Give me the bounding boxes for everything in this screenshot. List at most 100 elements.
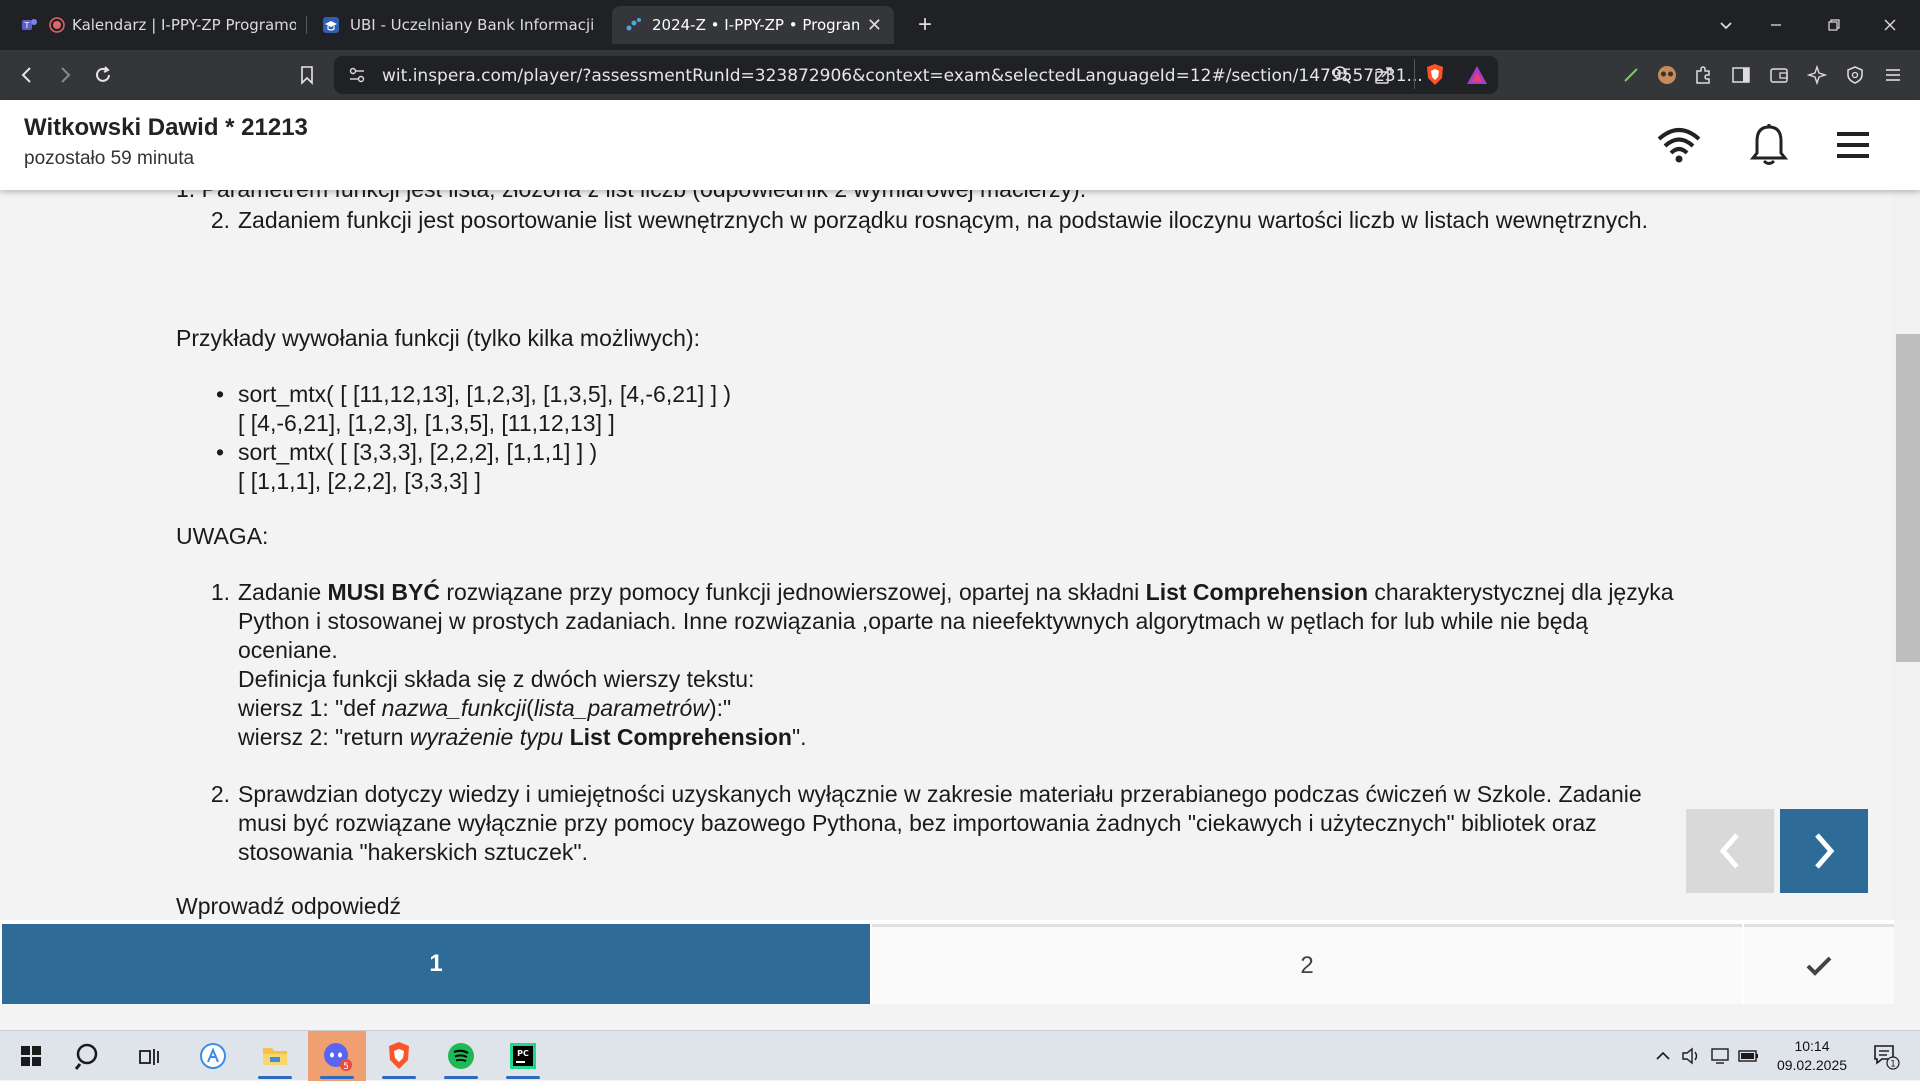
answer-heading: Wprowadź odpowiedź [176, 893, 402, 919]
list-number: 2. [210, 781, 230, 807]
brave-rewards-icon[interactable] [1466, 64, 1488, 91]
examples-heading: Przykłady wywołania funkcji (tylko kilka… [176, 325, 701, 351]
clock-time: 10:14 [1794, 1038, 1830, 1054]
browser-menu-icon[interactable] [1882, 64, 1904, 86]
task-item-2: 2. Zadaniem funkcji jest posortowanie li… [176, 206, 1696, 235]
record-icon [48, 16, 66, 34]
svg-text:T: T [24, 21, 30, 30]
notification-center-icon[interactable]: 1 [1866, 1031, 1906, 1081]
definition-line: Definicja funkcji składa się z dwóch wie… [238, 666, 755, 692]
emphasis-list-comprehension: List Comprehension [1145, 579, 1368, 605]
windows-taskbar: 5 PC 10:14 09.02.2025 1 [0, 1030, 1920, 1081]
time-remaining: pozostało 59 minuta [24, 148, 195, 169]
definition-row-2: wiersz 2: "return wyrażenie typu List Co… [238, 724, 807, 750]
app-store-icon[interactable] [184, 1031, 242, 1081]
back-icon[interactable] [12, 60, 42, 90]
tab-title: Kalendarz | I-PPY-ZP Programow [72, 16, 296, 34]
question-content: 1. Parametrem funkcji jest lista, złożon… [0, 190, 1894, 920]
question-navigator: 1 2 [0, 920, 1894, 1004]
examples-list: • sort_mtx( [ [11,12,13], [1,2,3], [1,3,… [176, 380, 1696, 496]
share-icon[interactable] [1374, 65, 1394, 90]
address-bar[interactable]: wit.inspera.com/player/?assessmentRunId=… [334, 56, 1498, 94]
close-window-icon[interactable] [1870, 8, 1910, 42]
example-item: • sort_mtx( [ [11,12,13], [1,2,3], [1,3,… [176, 380, 1696, 438]
tray-overflow-chevron-icon[interactable] [1650, 1031, 1676, 1081]
warning-heading: UWAGA: [176, 523, 269, 549]
svg-text:5: 5 [343, 1062, 349, 1072]
scrollbar-thumb[interactable] [1896, 334, 1920, 662]
browser-tab-calendar[interactable]: T Kalendarz | I-PPY-ZP Programow [8, 6, 308, 44]
system-clock[interactable]: 10:14 09.02.2025 [1762, 1037, 1862, 1075]
candidate-name: Witkowski Dawid * 21213 [24, 114, 308, 141]
next-question-button[interactable] [1780, 809, 1868, 893]
avatar-extension-icon[interactable] [1656, 64, 1678, 86]
warning-item-2: 2. Sprawdzian dotyczy wiedzy i umiejętno… [176, 780, 1696, 867]
site-settings-icon[interactable] [348, 66, 366, 89]
windows-start-icon[interactable] [2, 1031, 60, 1081]
battery-icon[interactable] [1736, 1031, 1762, 1081]
url-text: wit.inspera.com/player/?assessmentRunId=… [382, 66, 1423, 86]
checkmark-icon [1806, 956, 1832, 976]
network-icon[interactable] [1708, 1031, 1734, 1081]
new-tab-button[interactable]: + [910, 10, 940, 40]
bookmark-icon[interactable] [292, 60, 322, 90]
inspera-icon [624, 16, 642, 34]
volume-icon[interactable] [1678, 1031, 1704, 1081]
chevron-left-icon [1719, 833, 1739, 869]
file-explorer-icon[interactable] [246, 1031, 304, 1081]
pycharm-icon[interactable]: PC [494, 1031, 552, 1081]
spotify-icon[interactable] [432, 1031, 490, 1081]
clock-date: 09.02.2025 [1776, 1057, 1848, 1073]
tab-search-chevron-icon[interactable] [1706, 8, 1746, 42]
svg-text:1: 1 [1890, 1060, 1896, 1070]
bullet: • [215, 381, 224, 407]
teams-icon: T [20, 16, 38, 34]
emphasis-musi-byc: MUSI BYĆ [327, 579, 440, 605]
pen-extension-icon[interactable] [1620, 64, 1642, 86]
bell-icon[interactable] [1746, 122, 1792, 168]
tab-title: UBI - Uczelniany Bank Informacji W [350, 16, 598, 34]
wallet-icon[interactable] [1768, 64, 1790, 86]
definition-row-1: wiersz 1: "def nazwa_funkcji(lista_param… [238, 695, 732, 721]
question-nav-item-1[interactable]: 1 [2, 924, 870, 1004]
wifi-icon[interactable] [1656, 122, 1702, 168]
chevron-right-icon [1815, 833, 1835, 869]
brave-shields-icon[interactable] [1424, 63, 1446, 92]
close-tab-icon[interactable]: ✕ [867, 15, 882, 36]
list-number: 1. [210, 579, 230, 605]
running-indicator [382, 1076, 416, 1079]
running-indicator [506, 1076, 540, 1079]
brave-browser-icon[interactable] [370, 1031, 428, 1081]
reload-icon[interactable] [88, 60, 118, 90]
restore-icon[interactable] [1814, 8, 1854, 42]
exam-header: Witkowski Dawid * 21213 pozostało 59 min… [0, 100, 1920, 190]
example-call: sort_mtx( [ [3,3,3], [2,2,2], [1,1,1] ] … [238, 439, 598, 465]
running-indicator [320, 1076, 354, 1079]
tab-title: 2024-Z • I-PPY-ZP • Programow [652, 16, 859, 34]
sidebar-icon[interactable] [1730, 64, 1752, 86]
tab-divider [306, 16, 307, 34]
vpn-shield-icon[interactable] [1844, 64, 1866, 86]
submit-check-button[interactable] [1744, 924, 1894, 1004]
zoom-icon[interactable] [1332, 65, 1352, 90]
menu-hamburger-icon[interactable] [1830, 122, 1876, 168]
warning-item-2-text: Sprawdzian dotyczy wiedzy i umiejętności… [238, 781, 1642, 865]
page-footer-gap [0, 1004, 1920, 1030]
list-number: 2. [210, 207, 230, 233]
minimize-icon[interactable] [1756, 8, 1796, 42]
previous-question-button[interactable] [1686, 809, 1774, 893]
page-scrollbar[interactable] [1894, 190, 1920, 920]
example-item: • sort_mtx( [ [3,3,3], [2,2,2], [1,1,1] … [176, 438, 1696, 496]
running-indicator [444, 1076, 478, 1079]
browser-tab-inspera[interactable]: 2024-Z • I-PPY-ZP • Programow ✕ [612, 6, 894, 44]
search-icon[interactable] [60, 1031, 118, 1081]
discord-icon[interactable]: 5 [308, 1031, 366, 1081]
browser-tab-ubi[interactable]: UBI - Uczelniany Bank Informacji W [310, 6, 610, 44]
task-view-icon[interactable] [120, 1031, 178, 1081]
leo-ai-icon[interactable] [1806, 64, 1828, 86]
warning-item-1-text: Zadanie MUSI BYĆ rozwiązane przy pomocy … [238, 579, 1674, 663]
warning-item-1: 1. Zadanie MUSI BYĆ rozwiązane przy pomo… [176, 578, 1696, 752]
question-nav-item-2[interactable]: 2 [872, 924, 1742, 1004]
extensions-puzzle-icon[interactable] [1692, 64, 1714, 86]
forward-icon[interactable] [50, 60, 80, 90]
